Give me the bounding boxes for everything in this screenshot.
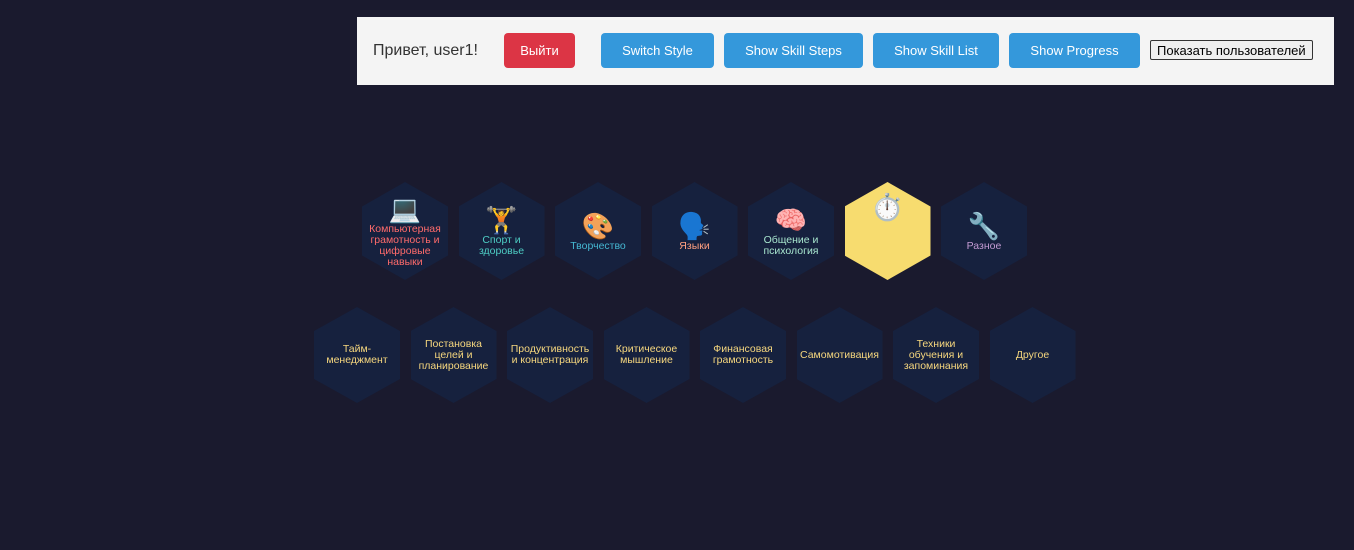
subcategory-label: Финансовая грамотность	[712, 343, 774, 366]
subcategory-hex[interactable]: Тайм-менеджмент	[314, 307, 400, 403]
stopwatch-icon: ⏱️	[871, 192, 904, 222]
subcategory-label: Критическое мышление	[615, 343, 678, 366]
category-label: Языки	[679, 239, 710, 252]
category-label: Спорт и здоровье	[478, 234, 525, 257]
top-bar: Привет, user1! Выйти Switch Style Show S…	[357, 17, 1334, 85]
show-users-button[interactable]: Показать пользователей	[1150, 40, 1313, 60]
category-label: Компьютерная грамотность и цифровые навы…	[369, 223, 441, 268]
weightlifter-icon: 🏋️	[485, 205, 518, 235]
brain-icon: 🧠	[774, 205, 808, 235]
switch-style-button[interactable]: Switch Style	[601, 33, 714, 68]
subcategory-hex[interactable]: Техники обучения и запоминания	[893, 307, 979, 403]
greeting: Привет, user1!	[373, 42, 478, 59]
subcategory-hex[interactable]: Критическое мышление	[603, 307, 690, 403]
category-hex[interactable]: 🔧 Разное	[941, 182, 1027, 280]
laptop-icon: 💻	[388, 194, 422, 224]
subcategory-label: Техники обучения и запоминания	[903, 337, 969, 372]
show-progress-button[interactable]: Show Progress	[1009, 33, 1140, 68]
subcategory-label: Тайм-менеджмент	[326, 343, 388, 366]
show-skill-steps-button[interactable]: Show Skill Steps	[724, 33, 863, 68]
subcategory-hex[interactable]: Самомотивация	[796, 307, 883, 403]
category-label: Общение и психология	[763, 234, 819, 257]
subcategory-label: Другое	[1015, 348, 1050, 361]
show-skill-list-button[interactable]: Show Skill List	[873, 33, 999, 68]
category-hex[interactable]: 🧠 Общение и психология	[748, 182, 834, 280]
category-hex[interactable]: ⏱️	[844, 182, 931, 280]
subcategory-label: Самомотивация	[800, 348, 879, 361]
subcategory-hex[interactable]: Финансовая грамотность	[700, 307, 786, 403]
wrench-icon: 🔧	[967, 210, 1001, 241]
category-hex[interactable]: 🗣️ Языки	[651, 182, 738, 280]
category-label: Творчество	[570, 239, 626, 252]
subcategory-hex[interactable]: Постановка целей и планирование	[410, 307, 497, 403]
subcategory-hex[interactable]: Другое	[989, 307, 1076, 403]
subcategory-hex[interactable]: Продуктивность и концентрация	[507, 307, 593, 403]
speaking-head-icon: 🗣️	[678, 210, 711, 241]
subcategory-label: Продуктивность и концентрация	[510, 343, 590, 366]
logout-button[interactable]: Выйти	[504, 33, 575, 68]
palette-icon: 🎨	[581, 210, 615, 241]
subcategory-label: Постановка целей и планирование	[418, 337, 489, 372]
category-hex[interactable]: 🏋️ Спорт и здоровье	[458, 182, 545, 280]
category-hex[interactable]: 🎨 Творчество	[555, 182, 641, 280]
category-hex[interactable]: 💻 Компьютерная грамотность и цифровые нав…	[362, 182, 448, 280]
category-label: Разное	[966, 239, 1002, 252]
